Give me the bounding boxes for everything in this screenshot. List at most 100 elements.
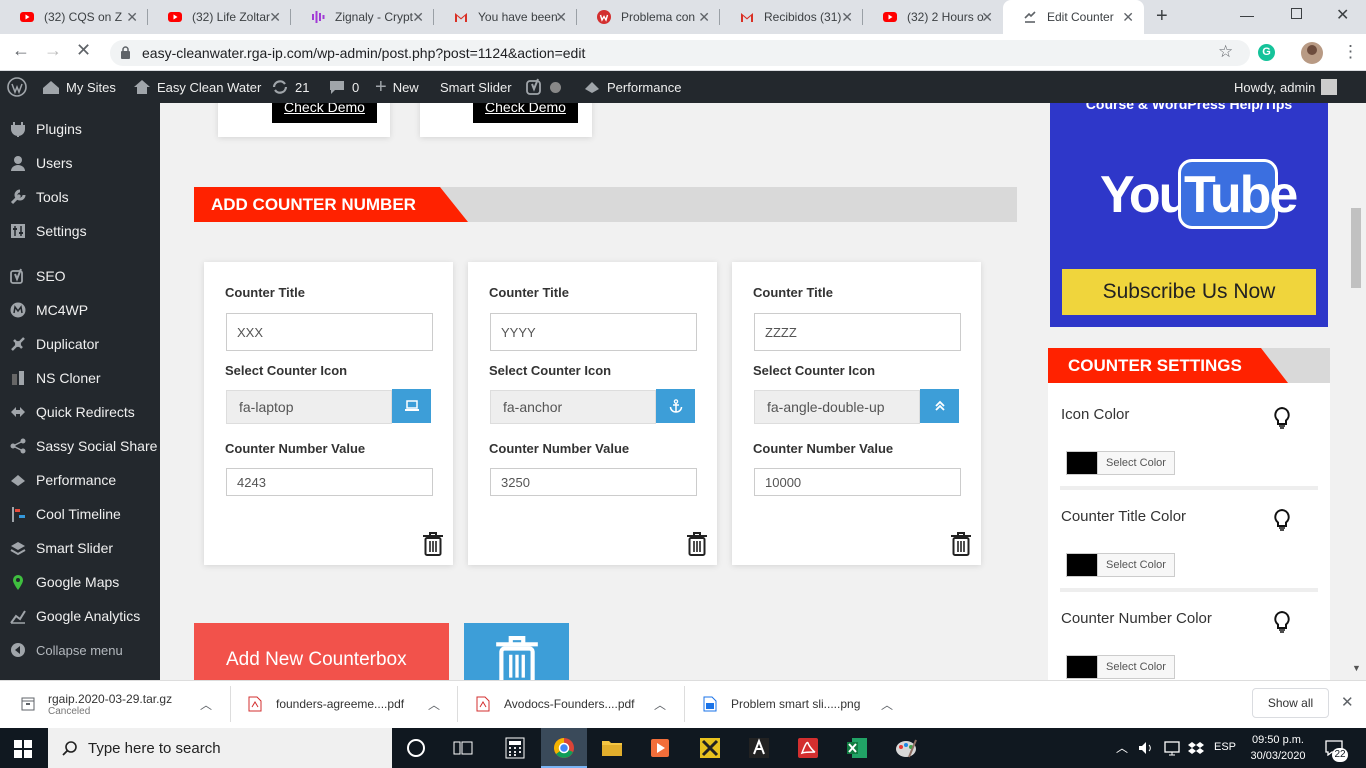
acrobat-icon[interactable] (748, 737, 770, 759)
clock[interactable]: 09:50 p.m. 30/03/2020 (1246, 732, 1310, 764)
chevron-up-icon[interactable]: ︿ (200, 696, 212, 713)
scrollbar-thumb[interactable] (1351, 208, 1361, 288)
check-demo-button[interactable]: Check Demo (473, 103, 578, 123)
chevron-up-icon[interactable]: ︿ (428, 696, 440, 713)
taskbar-search[interactable]: Type here to search (48, 728, 392, 768)
sidebar-item-duplicator[interactable]: Duplicator (0, 327, 160, 361)
smart-slider-link[interactable]: Smart Slider (440, 71, 512, 103)
sidebar-item-performance[interactable]: Performance (0, 463, 160, 497)
counter-icon-input[interactable]: fa-laptop (226, 390, 392, 424)
download-item[interactable]: rgaip.2020-03-29.tar.gz Canceled ︿ (20, 680, 220, 728)
forward-icon[interactable]: → (44, 40, 62, 61)
dropbox-icon[interactable] (1188, 740, 1204, 756)
counter-value-input[interactable]: 4243 (226, 468, 433, 496)
task-view-icon[interactable] (453, 739, 473, 757)
trash-icon[interactable] (422, 532, 444, 556)
browser-tab[interactable]: Problema con ✕ (577, 0, 720, 34)
download-item[interactable]: Problem smart sli.....png ︿ (703, 680, 903, 728)
collapse-menu-button[interactable]: Collapse menu (0, 633, 160, 667)
network-icon[interactable] (1164, 740, 1180, 756)
media-player-icon[interactable] (650, 738, 670, 758)
browser-tab[interactable]: (32) CQS on Z ✕ (0, 0, 148, 34)
close-icon[interactable]: ✕ (269, 9, 281, 26)
download-item[interactable]: Avodocs-Founders....pdf ︿ (476, 680, 676, 728)
performance-link[interactable]: Performance (583, 71, 681, 103)
counter-title-color-picker[interactable]: Select Color (1066, 553, 1175, 577)
trash-icon[interactable] (686, 532, 708, 556)
close-icon[interactable]: ✕ (126, 9, 138, 26)
chevron-up-icon[interactable]: ︿ (654, 696, 666, 713)
sidebar-item-quick-redirects[interactable]: Quick Redirects (0, 395, 160, 429)
new-content-link[interactable]: + New (375, 71, 419, 103)
close-icon[interactable]: ✕ (1122, 9, 1134, 26)
sidebar-item-mc4wp[interactable]: MC4WP (0, 293, 160, 327)
paint-icon[interactable] (895, 737, 917, 759)
file-explorer-icon[interactable] (601, 738, 623, 758)
icon-picker-button[interactable] (920, 389, 959, 423)
volume-icon[interactable] (1138, 740, 1154, 756)
check-demo-button[interactable]: Check Demo (272, 103, 377, 123)
counter-title-input[interactable]: ZZZZ (754, 313, 961, 351)
tray-overflow-icon[interactable]: ︿ (1116, 739, 1128, 756)
counter-icon-input[interactable]: fa-anchor (490, 390, 656, 424)
add-counterbox-button[interactable]: Add New Counterbox (194, 623, 449, 680)
calculator-icon[interactable] (505, 737, 525, 759)
counter-icon-input[interactable]: fa-angle-double-up (754, 390, 920, 424)
close-downloads-icon[interactable]: ✕ (1341, 693, 1354, 711)
menu-dots-icon[interactable]: ⋮ (1342, 42, 1359, 62)
cortana-icon[interactable] (407, 739, 425, 757)
chevron-up-icon[interactable]: ︿ (881, 696, 893, 713)
sidebar-item-cool-timeline[interactable]: Cool Timeline (0, 497, 160, 531)
subscribe-button[interactable]: Subscribe Us Now (1062, 269, 1316, 315)
language-indicator[interactable]: ESP (1214, 741, 1236, 753)
restore-icon[interactable] (1291, 8, 1302, 19)
close-icon[interactable]: ✕ (981, 9, 993, 26)
chrome-taskbar-button[interactable] (541, 728, 587, 768)
browser-tab[interactable]: (32) Life Zoltar ✕ (148, 0, 291, 34)
window-close-icon[interactable]: ✕ (1336, 5, 1349, 25)
counter-title-input[interactable]: YYYY (490, 313, 697, 351)
sidebar-item-settings[interactable]: Settings (0, 214, 160, 248)
back-icon[interactable]: ← (12, 40, 30, 61)
browser-tab[interactable]: (32) 2 Hours o ✕ (863, 0, 1003, 34)
my-sites-link[interactable]: My Sites (42, 71, 116, 103)
sidebar-item-tools[interactable]: Tools (0, 180, 160, 214)
delete-all-button[interactable] (464, 623, 569, 680)
grammarly-icon[interactable]: G (1258, 44, 1275, 61)
show-all-button[interactable]: Show all (1252, 688, 1329, 718)
site-name-link[interactable]: Easy Clean Water (133, 71, 261, 103)
app-icon-yellow[interactable] (699, 737, 721, 759)
windows-start-icon[interactable] (14, 740, 32, 758)
icon-picker-button[interactable] (392, 389, 431, 423)
close-icon[interactable]: ✕ (412, 9, 424, 26)
sidebar-item-google-analytics[interactable]: Google Analytics (0, 599, 160, 633)
counter-value-input[interactable]: 3250 (490, 468, 697, 496)
sidebar-item-google-maps[interactable]: Google Maps (0, 565, 160, 599)
close-icon[interactable]: ✕ (698, 9, 710, 26)
browser-tab[interactable]: Recibidos (31) ✕ (720, 0, 863, 34)
sidebar-item-smart-slider[interactable]: Smart Slider (0, 531, 160, 565)
sidebar-item-ns-cloner[interactable]: NS Cloner (0, 361, 160, 395)
wp-logo-icon[interactable] (7, 71, 27, 103)
browser-tab[interactable]: You have been ✕ (434, 0, 577, 34)
minimize-icon[interactable] (1240, 8, 1254, 17)
updates-link[interactable]: 21 (271, 71, 309, 103)
yoast-menu[interactable] (526, 71, 561, 103)
excel-icon[interactable] (846, 737, 868, 759)
sidebar-item-sassy-social-share[interactable]: Sassy Social Share (0, 429, 160, 463)
account-menu[interactable]: Howdy, admin (1234, 71, 1338, 103)
stop-loading-icon[interactable]: ✕ (76, 40, 91, 61)
download-item[interactable]: founders-agreeme....pdf ︿ (248, 680, 448, 728)
page-scrollbar[interactable]: ▼ (1346, 103, 1366, 680)
bookmark-star-icon[interactable]: ☆ (1218, 42, 1233, 62)
counter-number-color-picker[interactable]: Select Color (1066, 655, 1175, 679)
scroll-down-icon[interactable]: ▼ (1352, 663, 1361, 673)
sidebar-item-seo[interactable]: SEO (0, 259, 160, 293)
profile-avatar[interactable] (1301, 42, 1323, 64)
counter-value-input[interactable]: 10000 (754, 468, 961, 496)
close-icon[interactable]: ✕ (841, 9, 853, 26)
browser-tab[interactable]: Zignaly - Crypt ✕ (291, 0, 434, 34)
icon-color-picker[interactable]: Select Color (1066, 451, 1175, 475)
comments-link[interactable]: 0 (328, 71, 359, 103)
new-tab-icon[interactable]: + (1156, 5, 1168, 28)
